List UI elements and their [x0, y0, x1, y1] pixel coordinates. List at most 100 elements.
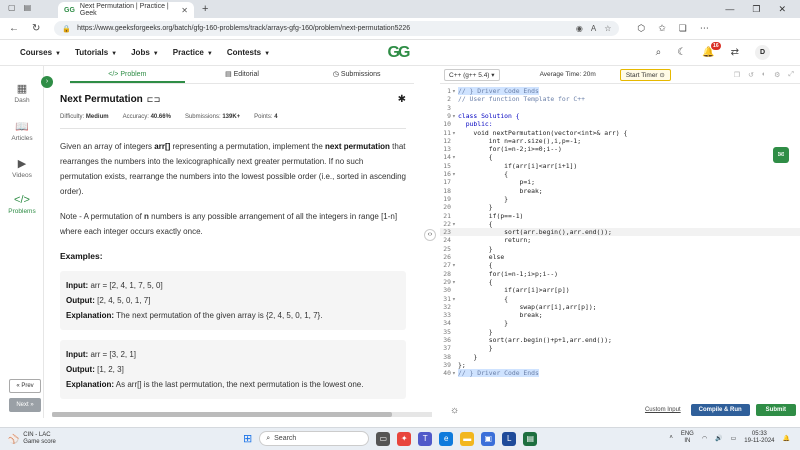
theme-toggle-icon[interactable]: ☼ [450, 405, 459, 416]
weather-widget[interactable]: ⚾ CIN - LAC Game score [0, 432, 56, 446]
report-bug-icon[interactable]: ✱ [398, 94, 406, 105]
language-indicator[interactable]: ENG IN [681, 431, 694, 445]
fold-chevron-icon[interactable]: ▾ [452, 153, 456, 161]
code-line[interactable]: 14 ▾ { [440, 153, 800, 161]
code-line[interactable]: 36 sort(arr.begin()+p+1,arr.end()); [440, 336, 800, 344]
code-line[interactable]: 12 int n=arr.size(),i,p=-1; [440, 137, 800, 145]
copilot-icon[interactable]: ✦ [397, 431, 412, 446]
tab-actions-icon[interactable]: ▤ [24, 3, 32, 12]
task-view-icon[interactable]: ▭ [376, 431, 391, 446]
file-explorer-icon[interactable]: ▬ [460, 431, 475, 446]
read-aloud-icon[interactable]: A [591, 24, 596, 33]
close-window-icon[interactable]: ✕ [778, 4, 786, 15]
fold-chevron-icon[interactable]: ▾ [452, 295, 456, 303]
notification-bell-icon[interactable]: 🔔 16 [702, 42, 721, 58]
submit-button[interactable]: Submit [755, 404, 796, 416]
dark-mode-icon[interactable]: ☾ [677, 47, 686, 58]
menu-courses[interactable]: Courses ▼ [20, 48, 61, 57]
profile-icon[interactable]: ▢ [8, 3, 16, 12]
menu-contests[interactable]: Contests ▼ [227, 48, 270, 57]
store-icon[interactable]: ▣ [481, 431, 496, 446]
fold-chevron-icon[interactable]: ▾ [452, 112, 456, 120]
search-icon[interactable]: ⌕ [656, 47, 662, 58]
taskbar-search[interactable]: ⌕ Search [259, 431, 370, 446]
code-line[interactable]: 27 ▾ { [440, 261, 800, 269]
tab-editorial[interactable]: ▤ Editorial [185, 66, 300, 83]
code-line[interactable]: 37 } [440, 344, 800, 352]
back-icon[interactable]: ← [9, 23, 19, 34]
lock-icon[interactable]: 🔒 [62, 25, 71, 33]
menu-jobs[interactable]: Jobs ▼ [131, 48, 159, 57]
code-line[interactable]: 1 ▾// } Driver Code Ends [440, 87, 800, 96]
code-line[interactable]: 24 return; [440, 236, 800, 244]
rail-item-problems[interactable]: </> Problems [0, 194, 44, 215]
custom-input-link[interactable]: Custom Input [645, 407, 681, 413]
tab-problem[interactable]: </> Problem [70, 66, 185, 83]
code-line[interactable]: 30 if(arr[i]>arr[p]) [440, 286, 800, 294]
gfg-logo[interactable]: GG [382, 44, 414, 62]
fold-chevron-icon[interactable]: ▾ [452, 87, 456, 95]
minimize-icon[interactable]: — [725, 4, 734, 15]
code-line[interactable]: 38 } [440, 353, 800, 361]
code-line[interactable]: 40 ▾// } Driver Code Ends [440, 369, 800, 378]
code-line[interactable]: 2 // User function Template for C++ [440, 95, 800, 103]
rail-item-videos[interactable]: ▶ Videos [0, 157, 44, 179]
code-line[interactable]: 29 ▾ { [440, 278, 800, 286]
fold-chevron-icon[interactable]: ▾ [452, 129, 456, 137]
scroll-thumb[interactable] [52, 412, 392, 417]
code-line[interactable]: 19 } [440, 195, 800, 203]
language-select[interactable]: C++ (g++ 5.4) ▾ [444, 68, 500, 81]
teams-icon[interactable]: T [418, 431, 433, 446]
code-editor[interactable]: 1 ▾// } Driver Code Ends 2// User function… [440, 86, 800, 378]
code-line[interactable]: 31 ▾ { [440, 295, 800, 303]
compile-run-button[interactable]: Compile & Run [690, 404, 750, 416]
copy-icon[interactable]: ❐ [734, 71, 740, 79]
collections-icon[interactable]: ❏ [679, 23, 687, 34]
sheets-icon[interactable]: ▤ [523, 431, 538, 446]
menu-tutorials[interactable]: Tutorials ▼ [75, 48, 117, 57]
prev-button[interactable]: « Prev [9, 379, 41, 393]
extension-icon[interactable]: ◉ [576, 24, 583, 33]
avatar[interactable]: D [755, 45, 770, 60]
menu-practice[interactable]: Practice ▼ [173, 48, 213, 57]
code-line[interactable]: 15 if(arr[i]<arr[i+1]) [440, 162, 800, 170]
code-line[interactable]: 34 } [440, 319, 800, 327]
code-line[interactable]: 9 ▾ class Solution { [440, 112, 800, 120]
bookmark-icon[interactable]: ⊏⊐ [147, 95, 160, 104]
edge-browser-icon[interactable]: e [439, 431, 454, 446]
url-field[interactable]: 🔒 https://www.geeksforgeeks.org/batch/gf… [54, 21, 620, 36]
start-timer-button[interactable]: Start Timer ⊙ [619, 68, 671, 81]
code-line[interactable]: 28 for(i=n-1;i>p;i--) [440, 270, 800, 278]
code-line[interactable]: 26 else [440, 253, 800, 261]
code-line[interactable]: 16 ▾ { [440, 170, 800, 178]
browser-tab[interactable]: GG Next Permutation | Practice | Geek ✕ [58, 2, 194, 18]
fold-chevron-icon[interactable]: ▾ [452, 369, 456, 377]
code-line[interactable]: 21 if(p==-1) [440, 212, 800, 220]
settings-icon[interactable]: ⚙ [774, 71, 780, 79]
rail-item-articles[interactable]: 📖 Articles [0, 120, 44, 142]
code-line[interactable]: 32 swap(arr[i],arr[p]); [440, 303, 800, 311]
fullscreen-icon[interactable]: ⤢ [788, 71, 794, 79]
new-tab-icon[interactable]: + [202, 3, 208, 15]
fold-chevron-icon[interactable]: ▾ [452, 170, 456, 178]
maximize-icon[interactable]: ❐ [752, 4, 760, 15]
close-tab-icon[interactable]: ✕ [181, 6, 188, 15]
fold-chevron-icon[interactable]: ▾ [452, 278, 456, 286]
problem-hscrollbar[interactable] [52, 412, 432, 417]
code-line[interactable]: 17 p=i; [440, 178, 800, 186]
code-line[interactable]: 10 public: [440, 120, 800, 128]
code-line[interactable]: 35 } [440, 328, 800, 336]
code-line[interactable]: 39}; [440, 361, 800, 369]
tab-submissions[interactable]: ◷ Submissions [299, 66, 414, 83]
translate-icon[interactable]: ⇄ [731, 47, 739, 58]
rail-expand-icon[interactable]: › [41, 76, 53, 88]
windows-start-icon[interactable]: ⊞ [243, 432, 252, 445]
code-line[interactable]: 3 [440, 104, 800, 112]
rail-item-dash[interactable]: ▦ Dash [0, 82, 44, 104]
volume-icon[interactable]: 🔊 [715, 435, 722, 442]
code-line[interactable]: 25 } [440, 245, 800, 253]
tray-chevron-icon[interactable]: ˄ [669, 435, 673, 441]
next-button[interactable]: Next » [9, 398, 41, 412]
favorite-star-icon[interactable]: ☆ [604, 24, 611, 33]
code-line[interactable]: 13 for(i=n-2;i>=0;i--) [440, 145, 800, 153]
